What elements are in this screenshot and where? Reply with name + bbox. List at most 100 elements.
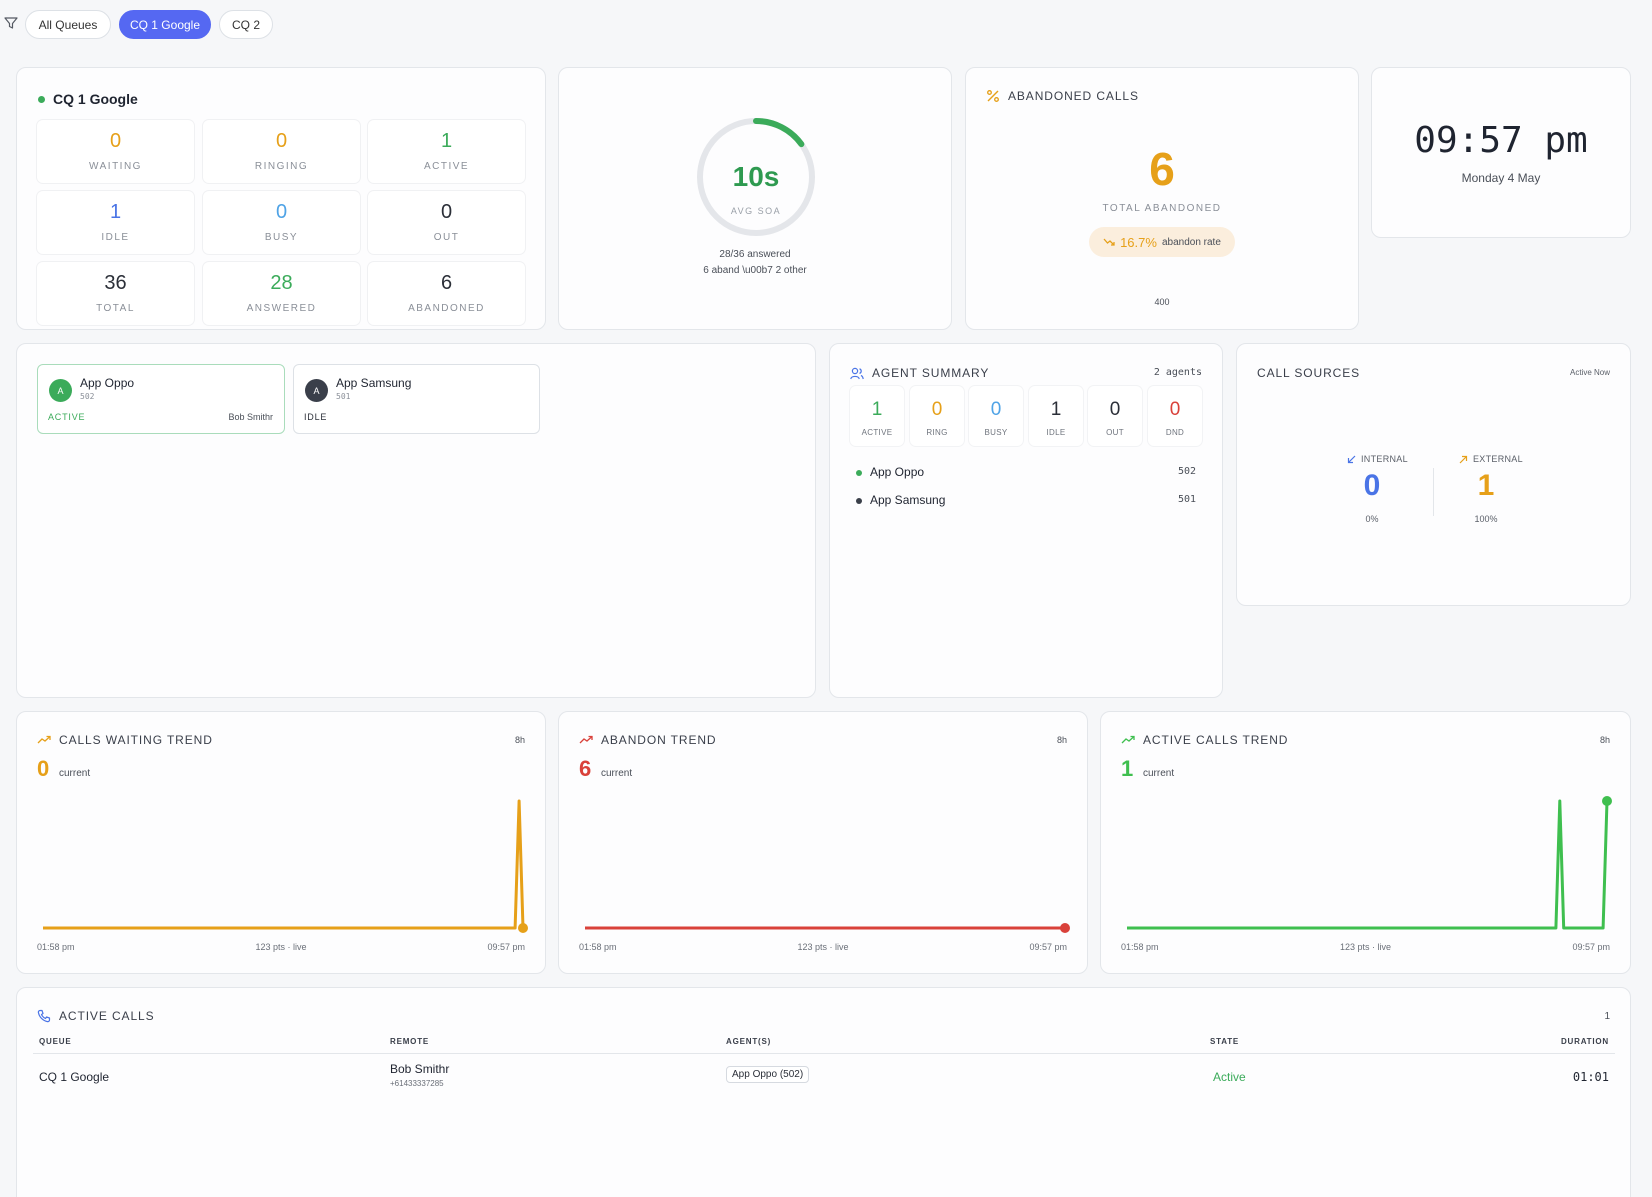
- agent-card-app-samsung[interactable]: A App Samsung 501 IDLE: [293, 364, 540, 434]
- sources-divider: [1433, 468, 1434, 516]
- summary-stat-active: 1 ACTIVE: [850, 386, 904, 446]
- stat-value: 0: [109, 130, 122, 152]
- abandoned-footer: 400: [1154, 297, 1170, 307]
- abandoned-total-label: TOTAL ABANDONED: [1102, 203, 1222, 214]
- stat-value: 36: [104, 272, 127, 294]
- abandon-rate-value: 16.7%: [1120, 234, 1157, 250]
- stat-label: OUT: [433, 232, 460, 243]
- trend-axis-label: 09:57 pm: [1572, 942, 1610, 952]
- agent-summary-title-text: AGENT SUMMARY: [872, 366, 990, 380]
- agent-list-item[interactable]: App Samsung 501: [856, 493, 1196, 509]
- call-sources-title: CALL SOURCES: [1257, 366, 1361, 380]
- call-sources-card: CALL SOURCES Active Now INTERNAL 0 0% EX…: [1236, 343, 1631, 606]
- clock-card: 09:57 pm Monday 4 May: [1371, 67, 1631, 238]
- internal-label-text: INTERNAL: [1361, 454, 1408, 464]
- abandoned-total-value: 6: [1149, 143, 1175, 195]
- agent-name: App Oppo: [80, 376, 135, 390]
- agent-ext: 501: [336, 392, 351, 401]
- phone-icon: [37, 1009, 51, 1023]
- arrow-down-left-icon: [1347, 455, 1356, 463]
- agent-status-dot: [856, 498, 862, 504]
- external-pct: 100%: [1474, 514, 1498, 524]
- soa-card: 10s AVG SOA 28/36 answered 6 aband \u00b…: [558, 67, 952, 330]
- internal-value: 0: [1363, 469, 1381, 502]
- stat-value: 28: [270, 272, 293, 294]
- abandoned-title: ABANDONED CALLS: [986, 89, 1139, 103]
- col-queue: QUEUE: [39, 1037, 72, 1046]
- agent-card-app-oppo[interactable]: A App Oppo 502 ACTIVE Bob Smithr: [37, 364, 285, 434]
- stat-label: BUSY: [984, 428, 1008, 437]
- col-agents: AGENT(S): [726, 1037, 772, 1046]
- stat-value: 0: [275, 201, 288, 223]
- active-calls-trend-card: ACTIVE CALLS TREND 8h 1 current 01:58 pm 123 …: [1100, 711, 1631, 974]
- stat-busy: 0 BUSY: [203, 191, 360, 254]
- agent-summary-title: AGENT SUMMARY: [850, 366, 989, 380]
- agent-list-name: App Samsung: [870, 493, 946, 507]
- table-row[interactable]: CQ 1 Google Bob Smithr +61433337285 App …: [33, 1055, 1615, 1101]
- trend-chart: [1127, 796, 1612, 930]
- active-calls-card: ACTIVE CALLS 1 QUEUE REMOTE AGENT(S) STA…: [16, 987, 1631, 1197]
- abandon-trend-card: ABANDON TREND 8h 6 current 01:58 pm 123 pts ·…: [558, 711, 1088, 974]
- filter-icon[interactable]: [4, 16, 18, 30]
- row-duration: 01:01: [1572, 1070, 1609, 1084]
- col-duration: DURATION: [1560, 1037, 1609, 1046]
- stat-label: DND: [1165, 428, 1185, 437]
- stat-label: ABANDONED: [408, 303, 485, 314]
- queue-status-dot: [38, 96, 45, 103]
- stat-active: 1 ACTIVE: [368, 120, 525, 183]
- filter-tab-cq1-google[interactable]: CQ 1 Google: [119, 10, 211, 39]
- external-value: 1: [1477, 469, 1495, 502]
- avatar: A: [305, 379, 328, 402]
- stat-value: 0: [1109, 399, 1121, 420]
- agent-status-dot: [856, 470, 862, 476]
- stat-value: 6: [440, 272, 453, 294]
- filter-tab-all-queues[interactable]: All Queues: [25, 10, 111, 39]
- summary-stat-ring: 0 RING: [910, 386, 964, 446]
- summary-stat-dnd: 0 DND: [1148, 386, 1202, 446]
- trend-line: [43, 799, 525, 930]
- row-queue: CQ 1 Google: [39, 1070, 110, 1084]
- active-calls-title: ACTIVE CALLS: [37, 1009, 155, 1023]
- agent-caller: Bob Smithr: [228, 412, 273, 422]
- stat-value: 0: [990, 399, 1002, 420]
- stat-value: 1: [109, 201, 122, 223]
- trend-chart: [585, 923, 1070, 933]
- trend-axis-label: 123 pts · live: [1339, 942, 1392, 952]
- stat-idle: 1 IDLE: [37, 191, 194, 254]
- clock-date: Monday 4 May: [1461, 171, 1541, 185]
- active-calls-title-text: ACTIVE CALLS: [59, 1009, 155, 1023]
- stat-label: OUT: [1106, 428, 1124, 437]
- soa-label: AVG SOA: [730, 206, 782, 216]
- col-state: STATE: [1210, 1037, 1240, 1046]
- table-header: QUEUE REMOTE AGENT(S) STATE DURATION: [33, 1034, 1615, 1054]
- soa-value: 10s: [732, 161, 780, 192]
- trend-axis-label: 09:57 pm: [1029, 942, 1067, 952]
- stat-out: 0 OUT: [368, 191, 525, 254]
- external-label-text: EXTERNAL: [1473, 454, 1523, 464]
- agent-list-item[interactable]: App Oppo 502: [856, 465, 1196, 481]
- trend-chart: [43, 799, 528, 933]
- stat-value: 1: [1050, 399, 1062, 420]
- stat-label: IDLE: [101, 232, 130, 243]
- abandoned-card: ABANDONED CALLS 6 TOTAL ABANDONED 16.7% …: [965, 67, 1359, 330]
- clock-time: 09:57 pm: [1414, 120, 1588, 161]
- stat-total: 36 TOTAL: [37, 262, 194, 325]
- agent-list-ext: 501: [1177, 494, 1196, 505]
- abandon-rate-label: abandon rate: [1161, 236, 1221, 248]
- trend-line: [1127, 799, 1609, 930]
- stat-value: 0: [1169, 399, 1181, 420]
- stat-value: 0: [440, 201, 453, 223]
- row-agent-chip: App Oppo (502): [726, 1066, 810, 1083]
- stat-label: WAITING: [89, 161, 142, 172]
- trend-axis-label: 123 pts · live: [797, 942, 849, 952]
- stat-label: ACTIVE: [861, 428, 893, 437]
- abandon-rate-badge: 16.7% abandon rate: [1089, 227, 1235, 257]
- filter-tab-cq2[interactable]: CQ 2: [219, 10, 273, 39]
- agent-state: ACTIVE: [48, 412, 86, 422]
- internal-pct: 0%: [1365, 514, 1379, 524]
- stat-abandoned: 6 ABANDONED: [368, 262, 525, 325]
- stat-value: 1: [440, 130, 453, 152]
- stat-waiting: 0 WAITING: [37, 120, 194, 183]
- trend-down-icon: [1103, 238, 1115, 246]
- calls-waiting-trend-card: CALLS WAITING TREND 8h 0 current 01:58 pm 123…: [16, 711, 546, 974]
